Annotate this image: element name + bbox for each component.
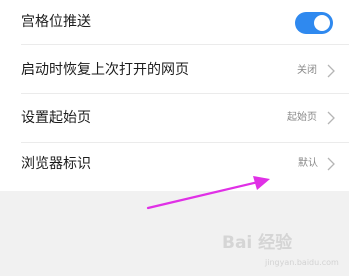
grid-push-toggle[interactable] (295, 12, 333, 34)
watermark-url: jingyan.baidu.com (265, 258, 339, 267)
settings-row-value: 起始页 (287, 112, 317, 123)
settings-row-value: 关闭 (297, 65, 317, 76)
chevron-right-icon (327, 64, 335, 78)
settings-row-label: 启动时恢复上次打开的网页 (21, 62, 189, 78)
toggle-knob (314, 15, 330, 31)
settings-row-value: 默认 (298, 158, 318, 169)
settings-list: 宫格位推送 启动时恢复上次打开的网页 关闭 设置起始页 起始页 浏览器标识 默认 (0, 0, 349, 191)
watermark-text: Bai 经验 (222, 233, 293, 253)
settings-row-grid-push[interactable]: 宫格位推送 (0, 0, 349, 44)
watermark-logo: Bai 经验 (222, 228, 292, 253)
settings-row-restore-pages[interactable]: 启动时恢复上次打开的网页 关闭 (0, 45, 349, 93)
chevron-right-icon (327, 111, 335, 125)
settings-row-label: 浏览器标识 (21, 156, 91, 172)
settings-row-label: 宫格位推送 (21, 14, 91, 30)
settings-row-browser-identity[interactable]: 浏览器标识 默认 (0, 143, 349, 191)
settings-row-label: 设置起始页 (21, 110, 91, 126)
chevron-right-icon (327, 157, 335, 171)
settings-row-start-page[interactable]: 设置起始页 起始页 (0, 94, 349, 142)
